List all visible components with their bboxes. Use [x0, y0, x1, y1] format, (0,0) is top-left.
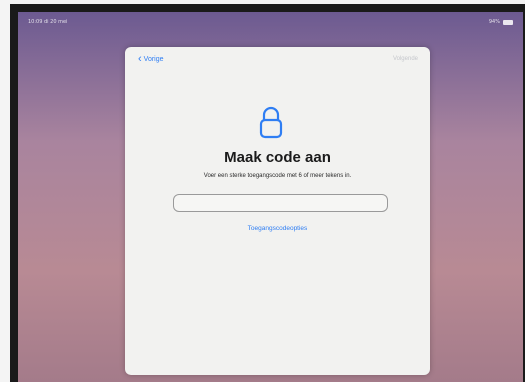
page-title: Maak code aan: [224, 149, 331, 166]
setup-sheet: ‹ Vorige Volgende Maak code aan Voer een…: [125, 47, 430, 375]
passcode-options-link[interactable]: Toegangscodeopties: [125, 225, 430, 232]
passcode-input[interactable]: [173, 194, 388, 212]
back-label: Vorige: [143, 55, 164, 63]
status-indicators: 94%: [489, 19, 513, 25]
back-button[interactable]: ‹ Vorige: [138, 53, 164, 65]
battery-icon: [503, 19, 513, 25]
chevron-left-icon: ‹: [138, 53, 142, 65]
device-frame: 10:09 di 20 mei 94% ‹ Vorige Volgende Ma…: [10, 4, 525, 382]
status-time: 10:09 di 20 mei: [28, 19, 68, 25]
next-button[interactable]: Volgende: [393, 56, 418, 62]
lock-icon: [259, 106, 283, 139]
ipad-screen: 10:09 di 20 mei 94% ‹ Vorige Volgende Ma…: [18, 12, 523, 382]
battery-percent: 94%: [488, 19, 500, 25]
page-subtitle: Voer een sterke toegangscode met 6 of me…: [203, 173, 352, 179]
